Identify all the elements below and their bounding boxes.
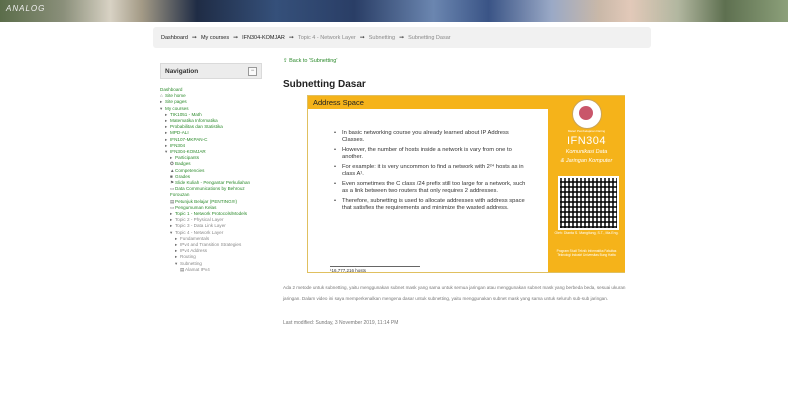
slide-author: Oleh: Dianta S. Mangitung, S.T., Ma.Eng.: [554, 231, 619, 235]
slide-institution: Program Studi Teknik Informatika Fakulta…: [556, 249, 617, 257]
navigation-tree: Dashboard ⌂ Site home ▸ Site pages ▾ My course…: [160, 87, 262, 273]
navigation-header: Navigation −: [160, 63, 262, 79]
nav-item-label: IPv4 Address: [180, 248, 208, 254]
nav-item-label: Matematika Informatika: [170, 118, 218, 124]
nav-item-label: Topic 2 - Physical Layer: [175, 217, 224, 223]
nav-item-label: Site pages: [165, 99, 187, 105]
slide-bullet: Therefore, subnetting is used to allocat…: [334, 198, 530, 212]
site-banner: ANALOG: [0, 0, 788, 22]
course-subname: & Jaringan Komputer: [560, 158, 613, 164]
nav-item-label: Probabilitas dan Statistika: [170, 124, 223, 130]
breadcrumb-item[interactable]: Dashboard: [161, 35, 188, 41]
nav-item-label: Competencies: [175, 167, 205, 173]
nav-item-label: MPD-ALI: [170, 130, 189, 136]
slide-side-panel: Materi Pembelajaran Daring IFN304 Komuni…: [548, 96, 625, 272]
nav-item[interactable]: ▤Alamat IPv4: [160, 267, 262, 273]
nav-item-label: Topic 3 - Data Link Layer: [175, 223, 226, 229]
slide-footnote: ¹16,777,216 hosts: [330, 266, 420, 273]
qr-code-icon: [558, 176, 619, 230]
navigation-title: Navigation: [165, 67, 199, 75]
page-title: Subnetting Dasar: [283, 79, 366, 90]
nav-item-label: Slide Kuliah - Pengantar Perkuliahan: [175, 180, 251, 186]
slide-header-text: Address Space: [313, 98, 364, 107]
nav-item-label: My courses: [165, 105, 189, 111]
banner-text: ANALOG: [6, 4, 46, 13]
nav-item-label: Badges: [175, 161, 191, 167]
nav-item-label: IFN304-KOMJAR: [170, 149, 206, 155]
slide-bullet: However, the number of hosts inside a ne…: [334, 147, 530, 161]
nav-item[interactable]: ▭Data Communications by Behrouz Forouzan: [160, 186, 262, 198]
breadcrumb-item[interactable]: Topic 4 - Network Layer: [298, 35, 356, 41]
nav-item-label: Dashboard: [160, 87, 183, 92]
nav-item-label: Topic 4 - Network Layer: [175, 229, 224, 235]
breadcrumb-arrow-icon: ➞: [233, 35, 239, 41]
nav-item-label: Fundamentals: [180, 235, 210, 241]
breadcrumb-arrow-icon: ➞: [399, 35, 405, 41]
breadcrumb-item[interactable]: IFN304-KOMJAR: [242, 35, 285, 41]
collapse-icon[interactable]: −: [248, 66, 257, 76]
course-name: Komunikasi Data: [565, 149, 608, 155]
page-description: Ada 2 metode untuk subnetting, yaitu men…: [283, 285, 626, 301]
nav-item-label: Participants: [175, 155, 200, 161]
nav-item-label: IFN304: [170, 142, 186, 148]
back-link[interactable]: ⇪ Back to 'Subnetting': [283, 58, 337, 64]
slide-bullet: In basic networking course you already l…: [334, 130, 530, 144]
nav-item-label: Grades: [175, 173, 191, 179]
course-code: IFN304: [566, 135, 607, 147]
breadcrumb: Dashboard ➞ My courses ➞ IFN304-KOMJAR ➞ Topic…: [153, 27, 651, 48]
breadcrumb-arrow-icon: ➞: [191, 35, 197, 41]
breadcrumb-arrow-icon: ➞: [288, 35, 294, 41]
slide-bullet: Even sometimes the C class /24 prefix st…: [334, 181, 530, 195]
breadcrumb-arrow-icon: ➞: [359, 35, 365, 41]
nav-item-label: Petunjuk Belajar (PENTING!!!): [175, 198, 238, 204]
navigation-block: Navigation − Dashboard ⌂ Site home ▸ Site pa…: [160, 63, 262, 273]
slide-bullet: For example: it is very uncommon to find…: [334, 164, 530, 178]
breadcrumb-item[interactable]: Subnetting: [369, 35, 395, 41]
nav-item-label: Data Communications by Behrouz Forouzan: [170, 186, 245, 198]
nav-item-label: Pengumuman Kelas: [175, 204, 217, 210]
nav-item-label: IFN107-MKPAN-C: [170, 136, 208, 142]
slide-bullet-list: In basic networking course you already l…: [334, 130, 530, 215]
nav-item-label: TIK1051 - Math: [170, 111, 202, 117]
nav-item-label: Routing: [180, 254, 196, 260]
slide-header: Address Space: [308, 96, 548, 109]
nav-item-label: Subnetting: [180, 260, 202, 266]
breadcrumb-item[interactable]: Subnetting Dasar: [408, 35, 451, 41]
breadcrumb-item[interactable]: My courses: [201, 35, 229, 41]
slide-image: Address Space In basic networking course…: [307, 95, 625, 273]
university-seal-icon: [572, 99, 602, 129]
nav-item-label: IPv4 and Transition Strategies: [180, 242, 242, 248]
nav-item-label: Topic 1 - Network Protocols/Models: [175, 211, 247, 217]
nav-item-label: Site home: [165, 93, 186, 99]
side-tag: Materi Pembelajaran Daring: [567, 129, 606, 133]
nav-item-label: Alamat IPv4: [185, 266, 210, 272]
back-link-label: Back to 'Subnetting': [289, 58, 338, 64]
last-modified: Last modified: Sunday, 3 November 2019, …: [283, 320, 399, 326]
